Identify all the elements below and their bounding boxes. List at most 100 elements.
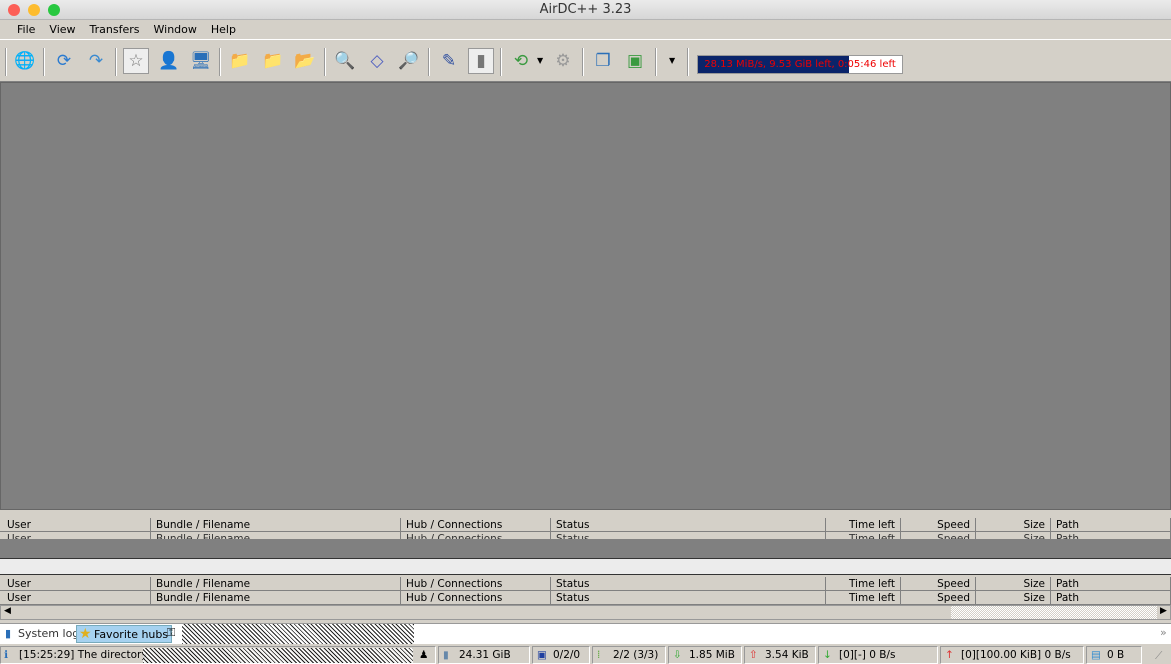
menu-view[interactable]: View	[42, 20, 82, 39]
waiting-users-icon[interactable]: ▮	[468, 48, 494, 74]
queue-status-icon: ▤	[1091, 649, 1101, 661]
scroll-right-icon[interactable]: ▶	[1160, 606, 1167, 616]
column-header-path[interactable]: Path	[1051, 577, 1171, 591]
menu-window[interactable]: Window	[147, 20, 204, 39]
column-header-hub-connections[interactable]: Hub / Connections	[401, 577, 551, 591]
dropdown-arrow-icon[interactable]: ▼	[537, 56, 543, 65]
tab-overflow-icon[interactable]: »	[1160, 626, 1167, 639]
cleanup-icon[interactable]: ⚙	[550, 48, 576, 74]
column-header-time-left[interactable]: Time left	[826, 591, 901, 605]
column-header-hub-connections[interactable]: Hub / Connections	[401, 591, 551, 605]
zoom-button[interactable]	[48, 4, 60, 16]
resize-grip-icon[interactable]: ⟋	[1155, 650, 1162, 663]
column-header-status[interactable]: Status	[551, 518, 826, 532]
cascade-icon[interactable]: ❐	[590, 48, 616, 74]
menu-help[interactable]: Help	[204, 20, 243, 39]
transfers-list	[0, 540, 1171, 558]
column-header-speed[interactable]: Speed	[901, 591, 976, 605]
favorite-hubs-icon[interactable]: ☆	[123, 48, 149, 74]
hubs-text: 0/2/0	[553, 649, 581, 661]
tab-bar: ▮ System log ★ Favorite hubs ⚿ »	[0, 623, 1171, 644]
status-hubs: ▣ 0/2/0	[532, 646, 590, 664]
column-header-status[interactable]: Status	[551, 591, 826, 605]
menu-bar: File View Transfers Window Help	[0, 20, 1171, 40]
separator	[43, 48, 45, 76]
menu-file[interactable]: File	[10, 20, 42, 39]
column-header-user[interactable]: User	[2, 591, 151, 605]
menu-transfers[interactable]: Transfers	[83, 20, 147, 39]
column-header-speed[interactable]: Speed	[901, 532, 976, 539]
tab-label: Favorite hubs	[94, 628, 169, 641]
minimize-button[interactable]	[28, 4, 40, 16]
column-header-user[interactable]: User	[2, 532, 151, 539]
column-header-speed[interactable]: Speed	[901, 518, 976, 532]
lower-header-2: User Bundle / Filename Hub / Connections St…	[0, 591, 1171, 605]
column-header-user[interactable]: User	[2, 518, 151, 532]
status-bar: ℹ [15:25:29] The directory ♟ ▮ 24.31 GiB …	[0, 646, 1171, 664]
mdi-client-area	[0, 82, 1171, 510]
notepad-icon[interactable]: ✎	[436, 48, 462, 74]
splitter-2[interactable]	[0, 558, 1171, 575]
upload-speed-text: [0][100.00 KiB] 0 B/s	[961, 649, 1071, 661]
column-header-time-left[interactable]: Time left	[826, 532, 901, 539]
column-header-time-left[interactable]: Time left	[826, 577, 901, 591]
tab-favorite-hubs[interactable]: ★ Favorite hubs	[76, 625, 173, 643]
separator	[687, 48, 689, 76]
finished-downloads-icon[interactable]: 📁	[260, 48, 286, 74]
column-header-size[interactable]: Size	[976, 532, 1051, 539]
column-header-size[interactable]: Size	[976, 577, 1051, 591]
share-icon: ▮	[443, 649, 449, 661]
status-upload-speed: ↑ [0][100.00 KiB] 0 B/s	[940, 646, 1084, 664]
separator	[428, 48, 430, 76]
column-header-size[interactable]: Size	[976, 518, 1051, 532]
column-header-hub-connections[interactable]: Hub / Connections	[401, 532, 551, 539]
connect-icon[interactable]: 🌐	[12, 48, 38, 74]
column-header-time-left[interactable]: Time left	[826, 518, 901, 532]
column-header-path[interactable]: Path	[1051, 532, 1171, 539]
column-header-user[interactable]: User	[2, 577, 151, 591]
search-icon[interactable]: 🔍	[332, 48, 358, 74]
reconnect-icon[interactable]: ⟳	[51, 48, 77, 74]
status-slots: ⁞ 2/2 (3/3)	[592, 646, 666, 664]
queue-icon[interactable]: 📁	[227, 48, 253, 74]
adl-search-icon[interactable]: ◇	[364, 48, 390, 74]
transfers-header: User Bundle / Filename Hub / Connections St…	[0, 518, 1171, 532]
download-speed-text: [0][-] 0 B/s	[839, 649, 896, 661]
column-header-size[interactable]: Size	[976, 591, 1051, 605]
transfers-header-ghost: User Bundle / Filename Hub / Connections St…	[0, 532, 1171, 540]
horizontal-scrollbar[interactable]: ◀ ▶	[0, 605, 1171, 620]
finished-uploads-icon[interactable]: 📂	[292, 48, 318, 74]
splitter[interactable]	[0, 510, 1171, 518]
lower-header: User Bundle / Filename Hub / Connections St…	[0, 577, 1171, 591]
column-header-bundle-filename[interactable]: Bundle / Filename	[151, 518, 401, 532]
follow-redirect-icon[interactable]: ↷	[83, 48, 109, 74]
column-header-path[interactable]: Path	[1051, 591, 1171, 605]
tab-system-log[interactable]: ▮ System log	[3, 625, 79, 643]
favorite-users-icon[interactable]: 👤	[156, 48, 182, 74]
users-icon[interactable]: 🖥	[188, 48, 214, 74]
away-icon: ♟	[419, 649, 429, 661]
tile-icon[interactable]: ▣	[622, 48, 648, 74]
status-download-speed: ↓ [0][-] 0 B/s	[818, 646, 938, 664]
status-share-size: ▮ 24.31 GiB	[438, 646, 530, 664]
scroll-left-icon[interactable]: ◀	[4, 606, 11, 616]
separator	[324, 48, 326, 76]
column-header-speed[interactable]: Speed	[901, 577, 976, 591]
column-header-bundle-filename[interactable]: Bundle / Filename	[151, 532, 401, 539]
separator	[500, 48, 502, 76]
key-icon: ⚿	[167, 626, 176, 639]
traffic-light-icon: ⁞	[597, 649, 601, 661]
arrow-down-icon: ↓	[823, 649, 832, 661]
separator	[115, 48, 117, 76]
column-header-status[interactable]: Status	[551, 577, 826, 591]
column-header-status[interactable]: Status	[551, 532, 826, 539]
toolbar-overflow-icon[interactable]: ▼	[669, 56, 675, 65]
column-header-path[interactable]: Path	[1051, 518, 1171, 532]
column-header-bundle-filename[interactable]: Bundle / Filename	[151, 591, 401, 605]
close-button[interactable]	[8, 4, 20, 16]
refresh-share-icon[interactable]: ⟲	[508, 48, 534, 74]
column-header-hub-connections[interactable]: Hub / Connections	[401, 518, 551, 532]
scroll-track[interactable]	[951, 606, 1157, 619]
search-spy-icon[interactable]: 🔎	[396, 48, 422, 74]
column-header-bundle-filename[interactable]: Bundle / Filename	[151, 577, 401, 591]
